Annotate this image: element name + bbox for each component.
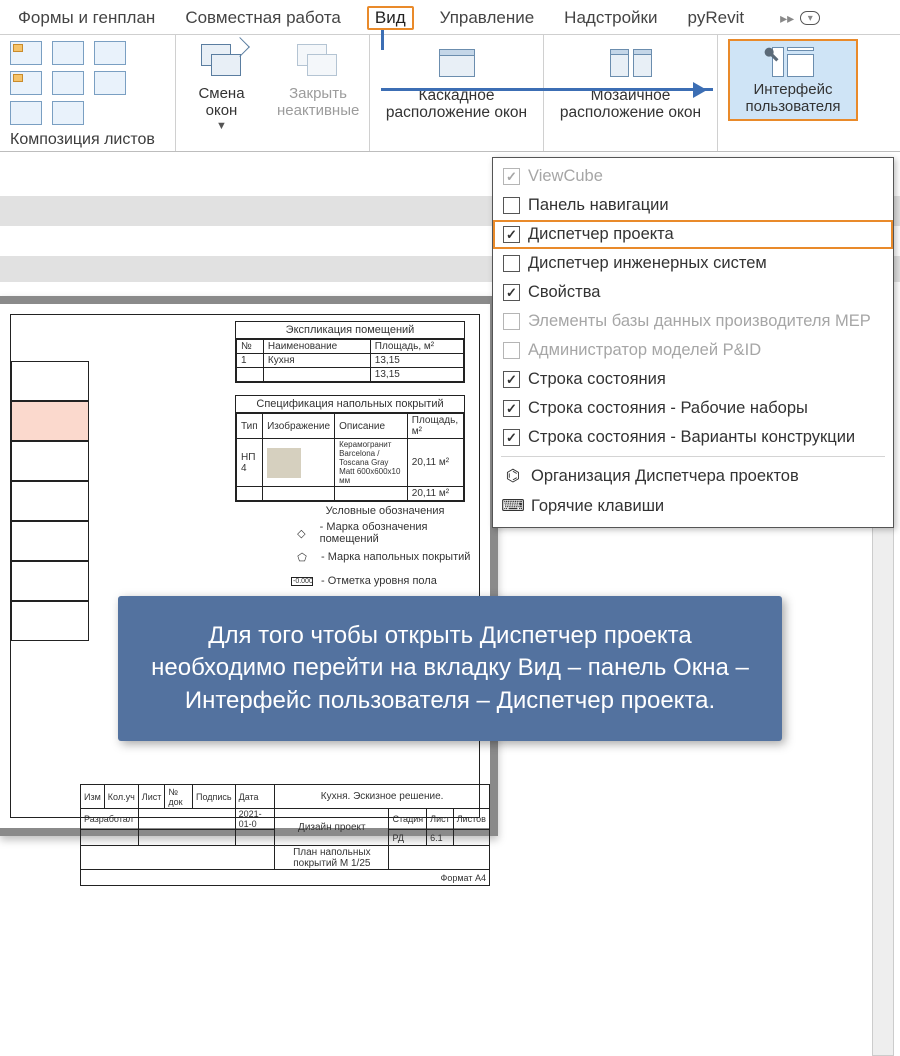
dropdown-item-label: Элементы базы данных производителя MEP: [528, 312, 871, 331]
dropdown-separator: [501, 456, 885, 457]
sheet-icon-4[interactable]: [10, 71, 42, 95]
checkbox-icon: [503, 429, 520, 446]
dropdown-command[interactable]: ⌬ Организация Диспетчера проектов: [493, 461, 893, 491]
room-schedule: Экспликация помещений №НаименованиеПлоща…: [235, 321, 465, 383]
tab-forms[interactable]: Формы и генплан: [14, 6, 159, 30]
panel-composition: Композиция листов: [0, 35, 176, 151]
ribbon: Композиция листов Смена окон ▼ Закрыть н…: [0, 35, 900, 152]
checkbox-icon: [503, 371, 520, 388]
dropdown-item[interactable]: Строка состояния - Рабочие наборы: [493, 394, 893, 423]
dropdown-item: Элементы базы данных производителя MEP: [493, 307, 893, 336]
level-mark-icon: -0.000: [291, 577, 313, 586]
sheet-icon-3[interactable]: [94, 41, 126, 65]
checkbox-icon: [503, 342, 520, 359]
dropdown-item-label: Строка состояния: [528, 370, 666, 389]
ribbon-tabs: Формы и генплан Совместная работа Вид Уп…: [0, 0, 900, 35]
floor-plan: [11, 361, 89, 641]
sheet-icon-2[interactable]: [52, 41, 84, 65]
tile-button[interactable]: Мозаичное расположение окон: [544, 35, 718, 151]
checkbox-icon: [503, 226, 520, 243]
dropdown-item: Администратор моделей P&ID: [493, 336, 893, 365]
drawing-area[interactable]: Экспликация помещений №НаименованиеПлоща…: [0, 296, 498, 836]
switch-windows-icon: [201, 44, 243, 78]
title-block: ИзмКол.учЛист№ докПодписьДатаКухня. Эски…: [80, 784, 490, 894]
dropdown-command[interactable]: ⌨ Горячие клавиши: [493, 491, 893, 521]
sheet-border: Экспликация помещений №НаименованиеПлоща…: [10, 314, 480, 818]
dropdown-item-label: Строка состояния - Варианты конструкции: [528, 428, 855, 447]
user-interface-dropdown: ViewCube Панель навигации Диспетчер проект…: [492, 157, 894, 528]
dropdown-item[interactable]: Строка состояния - Варианты конструкции: [493, 423, 893, 452]
dropdown-item: ViewCube: [493, 162, 893, 191]
checkbox-icon: [503, 197, 520, 214]
tab-extras: ▸▸ ▾: [780, 6, 820, 30]
checkbox-icon: [503, 400, 520, 417]
sheet-icon-5[interactable]: [52, 71, 84, 95]
switch-windows-button[interactable]: Смена окон ▼: [186, 41, 257, 149]
dropdown-item-label: Диспетчер инженерных систем: [528, 254, 767, 273]
panel-composition-label: Композиция листов: [10, 131, 165, 149]
composition-icons: [10, 41, 165, 125]
close-inactive-button: Закрыть неактивные: [277, 41, 359, 149]
dropdown-item[interactable]: Диспетчер проекта: [493, 220, 893, 249]
dropdown-item-label: Строка состояния - Рабочие наборы: [528, 399, 808, 418]
dropdown-item-label: Диспетчер проекта: [528, 225, 674, 244]
checkbox-icon: [503, 255, 520, 272]
legend: Условные обозначения ◇- Марка обозначени…: [291, 505, 479, 595]
floor-tag-icon: ⬠: [291, 551, 313, 564]
checkbox-icon: [503, 168, 520, 185]
cascade-button[interactable]: Каскадное расположение окон: [370, 35, 544, 151]
scrollbar-vertical[interactable]: [872, 496, 894, 1056]
panel-ui: Интерфейс пользователя: [718, 35, 868, 151]
tab-collab[interactable]: Совместная работа: [181, 6, 345, 30]
tabs-scroll-icon[interactable]: ▸▸: [780, 10, 794, 27]
tab-addins[interactable]: Надстройки: [560, 6, 661, 30]
keyboard-icon: ⌨: [503, 496, 523, 516]
sheet-icon-6[interactable]: [94, 71, 126, 95]
dropdown-item[interactable]: Диспетчер инженерных систем: [493, 249, 893, 278]
dropdown-item[interactable]: Строка состояния: [493, 365, 893, 394]
user-interface-button[interactable]: Интерфейс пользователя: [728, 39, 858, 121]
sheet-icon-1[interactable]: [10, 41, 42, 65]
dropdown-item-label: Свойства: [528, 283, 600, 302]
sheet-icon-7[interactable]: [10, 101, 42, 125]
instruction-callout: Для того чтобы открыть Диспетчер проекта…: [118, 596, 782, 741]
dropdown-item-label: Горячие клавиши: [531, 497, 664, 516]
checkbox-icon: [503, 284, 520, 301]
tab-view[interactable]: Вид: [367, 6, 414, 30]
dropdown-item-label: Организация Диспетчера проектов: [531, 467, 799, 486]
browser-org-icon: ⌬: [503, 466, 523, 486]
dropdown-item-label: Администратор моделей P&ID: [528, 341, 761, 360]
tile-icon: [610, 49, 652, 77]
annotation-arrow-horizontal: [381, 88, 713, 91]
material-swatch: [267, 448, 301, 478]
room-tag-icon: ◇: [291, 527, 312, 540]
tab-help-icon[interactable]: ▾: [800, 11, 820, 25]
sheet-icon-8[interactable]: [52, 101, 84, 125]
cascade-icon: [439, 49, 475, 77]
close-inactive-icon: [297, 44, 339, 78]
annotation-arrow-start: [381, 30, 384, 50]
dropdown-item[interactable]: Панель навигации: [493, 191, 893, 220]
dropdown-item[interactable]: Свойства: [493, 278, 893, 307]
panel-windows: Смена окон ▼ Закрыть неактивные: [176, 35, 370, 151]
tab-manage[interactable]: Управление: [436, 6, 539, 30]
checkbox-icon: [503, 313, 520, 330]
floor-spec-schedule: Спецификация напольных покрытий ТипИзобр…: [235, 395, 465, 502]
dropdown-item-label: Панель навигации: [528, 196, 669, 215]
tab-pyrevit[interactable]: pyRevit: [683, 6, 748, 30]
dropdown-item-label: ViewCube: [528, 167, 603, 186]
